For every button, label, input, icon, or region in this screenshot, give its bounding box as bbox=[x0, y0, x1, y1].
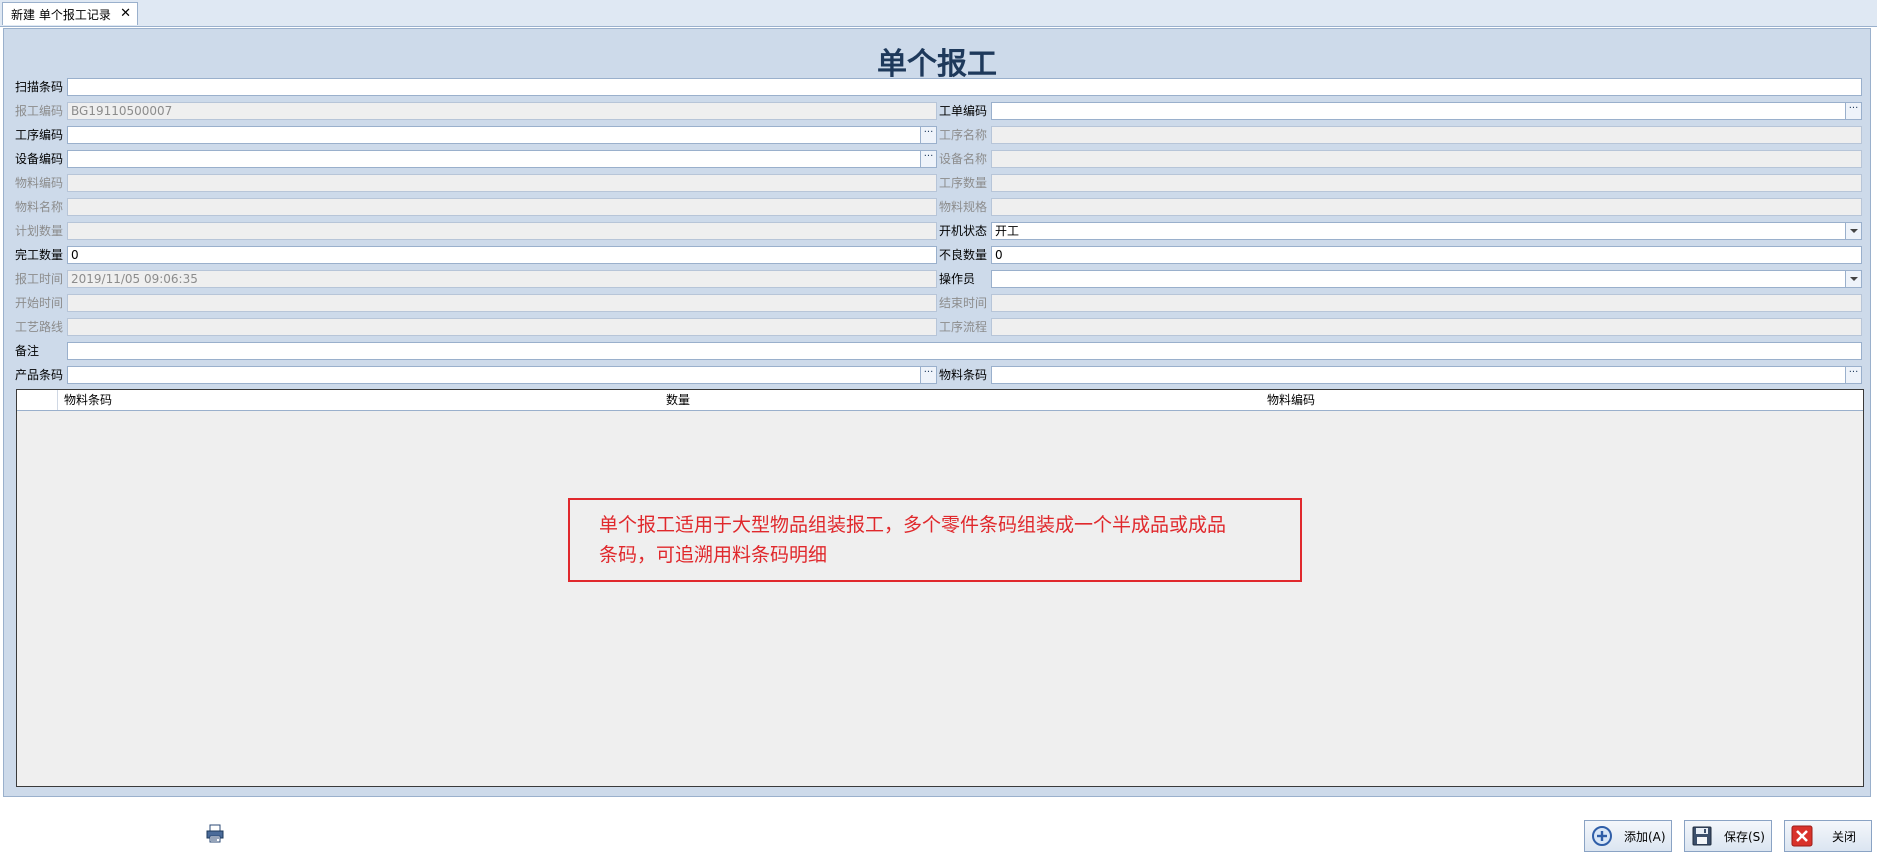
operator-select[interactable] bbox=[991, 270, 1862, 288]
process-code-input[interactable]: ··· bbox=[67, 126, 937, 144]
scan-barcode-label: 扫描条码 bbox=[15, 80, 64, 94]
defect-qty-label: 不良数量 bbox=[939, 248, 988, 262]
page-title: 单个报工 bbox=[877, 47, 997, 82]
annotation-line-1: 单个报工适用于大型物品组装报工，多个零件条码组装成一个半成品或成品 bbox=[599, 514, 1227, 536]
plus-circle-icon bbox=[1590, 824, 1614, 848]
equipment-name-field bbox=[991, 150, 1862, 168]
operator-label: 操作员 bbox=[939, 272, 976, 286]
close-x-icon bbox=[1790, 824, 1814, 848]
report-time-label: 报工时间 bbox=[15, 272, 64, 286]
planned-qty-label: 计划数量 bbox=[15, 224, 64, 238]
material-code-field bbox=[67, 174, 937, 192]
completed-qty-input[interactable]: 0 bbox=[67, 246, 937, 264]
floppy-disk-icon bbox=[1690, 824, 1714, 848]
start-time-label: 开始时间 bbox=[15, 296, 64, 310]
process-name-label: 工序名称 bbox=[939, 128, 988, 142]
add-button[interactable]: 添加(A) bbox=[1584, 820, 1672, 852]
process-qty-label: 工序数量 bbox=[939, 176, 988, 190]
grid-header-material-code[interactable]: 物料编码 bbox=[1267, 390, 1315, 410]
material-barcode-ellipsis-button[interactable]: ··· bbox=[1845, 367, 1861, 383]
remark-input[interactable] bbox=[67, 342, 1862, 360]
end-time-field bbox=[991, 294, 1862, 312]
material-code-label: 物料编码 bbox=[15, 176, 64, 190]
material-spec-field bbox=[991, 198, 1862, 216]
grid-row-indicator-header bbox=[17, 390, 58, 410]
printer-icon[interactable] bbox=[205, 824, 227, 844]
start-time-field bbox=[67, 294, 937, 312]
process-name-field bbox=[991, 126, 1862, 144]
equipment-name-label: 设备名称 bbox=[939, 152, 988, 166]
material-barcode-label: 物料条码 bbox=[939, 368, 988, 382]
annotation-line-2: 条码，可追溯用料条码明细 bbox=[599, 544, 828, 566]
tab-close-icon[interactable]: ✕ bbox=[120, 6, 131, 21]
add-button-label: 添加(A) bbox=[1624, 829, 1666, 844]
grid-header-quantity[interactable]: 数量 bbox=[666, 390, 690, 410]
machine-status-dropdown-icon[interactable] bbox=[1845, 223, 1861, 239]
process-flow-field bbox=[991, 318, 1862, 336]
equipment-code-input[interactable]: ··· bbox=[67, 150, 937, 168]
process-code-ellipsis-button[interactable]: ··· bbox=[920, 127, 936, 143]
process-qty-field bbox=[991, 174, 1862, 192]
equipment-code-label: 设备编码 bbox=[15, 152, 64, 166]
report-code-label: 报工编码 bbox=[15, 104, 64, 118]
form-panel: 单个报工 扫描条码 报工编码 BG19110500007 工单编码 ··· 工序… bbox=[3, 28, 1871, 797]
planned-qty-field bbox=[67, 222, 937, 240]
tab-strip: 新建 单个报工记录 ✕ bbox=[0, 0, 1877, 27]
material-spec-label: 物料规格 bbox=[939, 200, 988, 214]
machine-status-select[interactable]: 开工 bbox=[991, 222, 1862, 240]
product-barcode-label: 产品条码 bbox=[15, 368, 64, 382]
routing-field bbox=[67, 318, 937, 336]
defect-qty-input[interactable]: 0 bbox=[991, 246, 1862, 264]
close-button[interactable]: 关闭 bbox=[1784, 820, 1872, 852]
operator-dropdown-icon[interactable] bbox=[1845, 271, 1861, 287]
process-flow-label: 工序流程 bbox=[939, 320, 988, 334]
tab-label: 新建 单个报工记录 bbox=[11, 7, 111, 22]
process-code-label: 工序编码 bbox=[15, 128, 64, 142]
remark-label: 备注 bbox=[15, 344, 40, 358]
material-grid[interactable]: 物料条码 数量 物料编码 bbox=[16, 389, 1864, 787]
grid-header-material-barcode[interactable]: 物料条码 bbox=[64, 390, 112, 410]
report-code-field: BG19110500007 bbox=[67, 102, 937, 120]
annotation-box: 单个报工适用于大型物品组装报工，多个零件条码组装成一个半成品或成品 条码，可追溯… bbox=[568, 498, 1302, 582]
work-order-code-label: 工单编码 bbox=[939, 104, 988, 118]
material-name-label: 物料名称 bbox=[15, 200, 64, 214]
product-barcode-input[interactable]: ··· bbox=[67, 366, 937, 384]
report-time-field: 2019/11/05 09:06:35 bbox=[67, 270, 937, 288]
save-button[interactable]: 保存(S) bbox=[1684, 820, 1772, 852]
routing-label: 工艺路线 bbox=[15, 320, 64, 334]
close-button-label: 关闭 bbox=[1832, 829, 1857, 844]
machine-status-value: 开工 bbox=[995, 224, 1020, 238]
product-barcode-ellipsis-button[interactable]: ··· bbox=[920, 367, 936, 383]
work-order-code-input[interactable]: ··· bbox=[991, 102, 1862, 120]
tab-new-single-report[interactable]: 新建 单个报工记录 ✕ bbox=[2, 2, 138, 25]
material-name-field bbox=[67, 198, 937, 216]
completed-qty-label: 完工数量 bbox=[15, 248, 64, 262]
end-time-label: 结束时间 bbox=[939, 296, 988, 310]
grid-header: 物料条码 数量 物料编码 bbox=[17, 390, 1863, 411]
machine-status-label: 开机状态 bbox=[939, 224, 988, 238]
save-button-label: 保存(S) bbox=[1724, 829, 1765, 844]
equipment-code-ellipsis-button[interactable]: ··· bbox=[920, 151, 936, 167]
work-order-ellipsis-button[interactable]: ··· bbox=[1845, 103, 1861, 119]
material-barcode-input[interactable]: ··· bbox=[991, 366, 1862, 384]
scan-barcode-input[interactable] bbox=[67, 78, 1862, 96]
